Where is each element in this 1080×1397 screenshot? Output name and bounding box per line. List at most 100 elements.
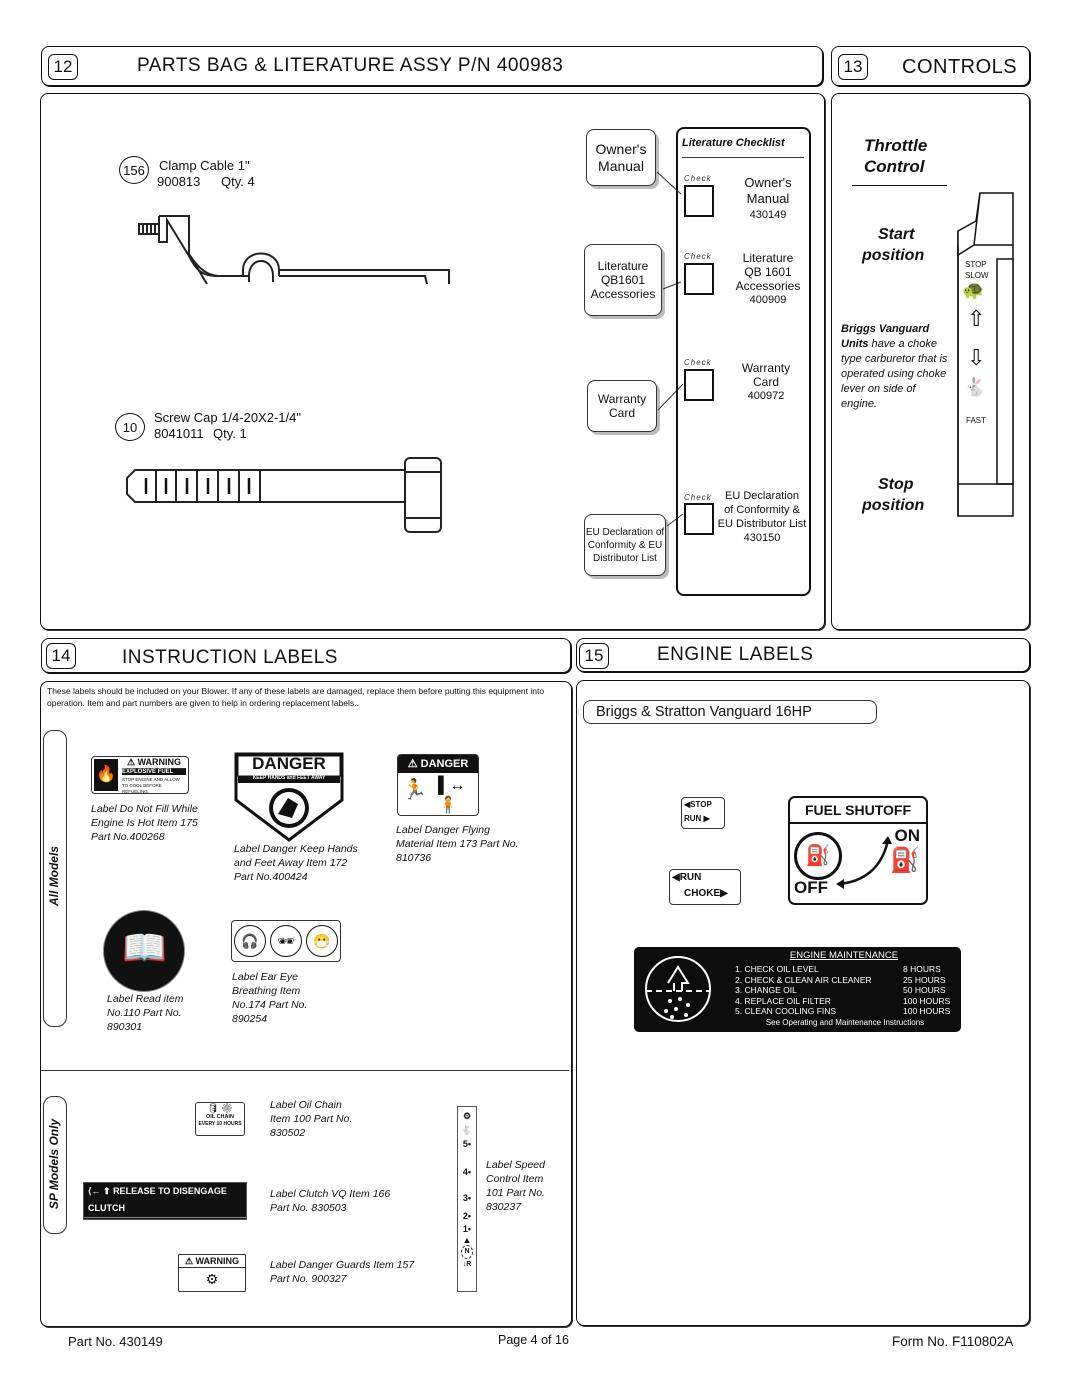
stop-run-sticker: ◀STOP RUN ▶: [681, 797, 725, 829]
run-text: RUN: [684, 814, 702, 823]
engine-model-badge: Briggs & Stratton Vanguard 16HP: [583, 700, 877, 724]
checkbox-literature[interactable]: [684, 263, 714, 295]
run-text: RUN: [679, 872, 702, 883]
speed-1: 1•: [462, 1224, 472, 1234]
run-label: RUN ▶: [684, 814, 710, 823]
label-caption: Label Danger Flying Material Item 173 Pa…: [396, 824, 519, 864]
run-choke-sticker: ◀RUN CHOKE▶: [669, 869, 741, 905]
interval: 25 HOURS: [903, 974, 946, 985]
sticker-head-text: WARNING: [195, 1256, 240, 1266]
group-divider: [41, 1070, 569, 1071]
section-15-header: 15 ENGINE LABELS: [576, 638, 1030, 672]
fuel-arrow-icon: [836, 836, 892, 889]
section-title: PARTS BAG & LITERATURE ASSY P/N 400983: [137, 55, 564, 76]
label-caption: Label Ear Eye Breathing Item No.174 Part…: [232, 971, 308, 1025]
sticker-head: ⚠ WARNING: [122, 757, 186, 769]
choke-label: CHOKE▶: [684, 888, 728, 899]
choke-note: Briggs Vanguard Units have a choke type …: [841, 322, 949, 412]
speed-3: 3•: [462, 1193, 472, 1203]
speed-4: 4•: [462, 1167, 472, 1177]
run-label: ◀RUN: [672, 872, 702, 883]
checkbox-eu-declaration[interactable]: [684, 503, 714, 535]
task: 1. CHECK OIL LEVEL: [735, 964, 819, 974]
checkbox-warranty-card[interactable]: [684, 369, 714, 401]
sticker-head: ⚠ DANGER: [398, 755, 478, 773]
eye-protection-icon: 🕶: [270, 925, 302, 957]
group-label-sp-models: SP Models Only: [47, 1118, 61, 1210]
item-line: Accessories: [735, 279, 801, 293]
label-caption: Label Clutch VQ Item 166 Part No. 830503: [270, 1188, 391, 1214]
label-caption: Label Read item No.110 Part No. 890301: [107, 993, 184, 1033]
danger-flying-material-sticker: ⚠ DANGER 🏃 ▌↔🧍: [397, 754, 479, 816]
section-title: ENGINE LABELS: [657, 644, 814, 665]
engine-labels-panel: Briggs & Stratton Vanguard 16HP ◀STOP RU…: [576, 680, 1030, 1326]
engine-maintenance-sticker: ENGINE MAINTENANCE 1. CHECK OIL LEVEL 8 H…: [634, 947, 961, 1032]
clutch-engage-text: PULL TO ENGAGE CLUTCH: [113, 1221, 233, 1231]
warning-explosive-fuel-sticker: 🔥 ⚠ WARNING EXPLOSIVE FUEL STOP ENGINE A…: [91, 756, 189, 794]
checklist-item: Warranty Card 400972: [726, 361, 806, 403]
check-label: Check: [684, 174, 712, 183]
sticker-head: ⚠ WARNING: [179, 1255, 245, 1268]
interval: 100 HOURS: [903, 995, 951, 1006]
label-caption: Label Do Not Fill While Engine Is Hot It…: [91, 803, 198, 843]
sticker-line: ⟨← ⬇ PULL TO ENGAGE CLUTCH: [88, 1221, 233, 1231]
stop-position-label: position: [862, 497, 925, 514]
task: 3. CHANGE OIL: [735, 985, 797, 995]
clutch-sticker: ⟨← ⬆ RELEASE TO DISENGAGE CLUTCH ⟨← ⬇ PU…: [83, 1182, 247, 1231]
section-number: 15: [579, 643, 609, 669]
sticker-head: DANGER: [252, 754, 326, 773]
maintenance-table: 1. CHECK OIL LEVEL 8 HOURS 2. CHECK & CLE…: [735, 964, 955, 1017]
checklist-item: EU Declaration of Conformity & EU Distri…: [714, 489, 810, 545]
turtle-icon: ▲: [462, 1235, 472, 1245]
footer-form-no: Form No. F110802A: [892, 1334, 1014, 1349]
breathing-protection-icon: 😷: [306, 925, 338, 957]
label-caption: Label Speed Control Item 101 Part No. 83…: [486, 1159, 545, 1213]
belt-guard-icon: ⚙: [205, 1271, 219, 1287]
distance-icon: ▌↔🧍: [438, 777, 466, 814]
start-position-label: Start: [878, 226, 915, 243]
label-caption: Label Oil Chain Item 100 Part No. 830502: [270, 1099, 353, 1139]
item-line: Literature: [742, 251, 794, 265]
sticker-head-text: DANGER: [420, 758, 469, 770]
ear-eye-breathing-sticker: 🎧 🕶 😷: [231, 920, 341, 962]
speed-5: 5•: [462, 1139, 472, 1149]
checkbox-owners-manual[interactable]: [684, 185, 714, 217]
item-part-no: 400909: [749, 294, 787, 306]
maintenance-title: ENGINE MAINTENANCE: [789, 950, 899, 961]
maintenance-footer: See Operating and Maintenance Instructio…: [765, 1018, 925, 1027]
air-cleaner-icon: [645, 956, 711, 1022]
checklist-item: Owner's Manual 430149: [728, 175, 808, 223]
fuel-on-label: ON: [894, 826, 921, 845]
task: 2. CHECK & CLEAN AIR CLEANER: [735, 974, 872, 985]
neutral-label: N: [461, 1245, 473, 1259]
sticker-sub: KEEP HANDS and FEET AWAY: [252, 775, 326, 781]
throttle-lever-drawing: [957, 192, 1014, 517]
gear-icon: ⚙: [462, 1111, 472, 1121]
reverse-text: R: [466, 1261, 472, 1268]
oil-chain-sticker: 🛢 ⚙ OIL CHAIN EVERY 10 HOURS: [195, 1102, 245, 1136]
section-number: 14: [46, 643, 76, 669]
divider: [682, 157, 804, 158]
arrow-up-icon: ⇧: [967, 306, 986, 331]
label-caption: Label Danger Keep Hands and Feet Away It…: [234, 843, 358, 883]
section-title: INSTRUCTION LABELS: [122, 647, 338, 668]
turtle-icon: 🐢: [962, 280, 985, 300]
speed-number: 1: [462, 1224, 468, 1234]
maintenance-row: 1. CHECK OIL LEVEL 8 HOURS: [735, 964, 955, 975]
item-line: Warranty: [741, 361, 791, 375]
stop-position-label: Stop: [878, 476, 914, 493]
fuel-off-label: OFF: [794, 878, 828, 897]
task: 4. REPLACE OIL FILTER: [735, 995, 831, 1006]
section-title: CONTROLS: [902, 56, 1018, 78]
reverse-label: ↓R: [462, 1261, 472, 1268]
item-part-no: 430150: [743, 532, 781, 544]
section-number: 13: [838, 54, 868, 80]
item-line: QB 1601: [744, 265, 792, 279]
item-part-no: 430149: [749, 209, 787, 221]
item-line: Owner's: [744, 175, 792, 190]
maintenance-row: 3. CHANGE OIL 50 HOURS: [735, 985, 955, 996]
throttle-title: Throttle: [864, 136, 928, 155]
divider: [852, 185, 947, 186]
intro-text: These labels should be included on your …: [47, 686, 545, 708]
section-number: 12: [48, 54, 78, 80]
